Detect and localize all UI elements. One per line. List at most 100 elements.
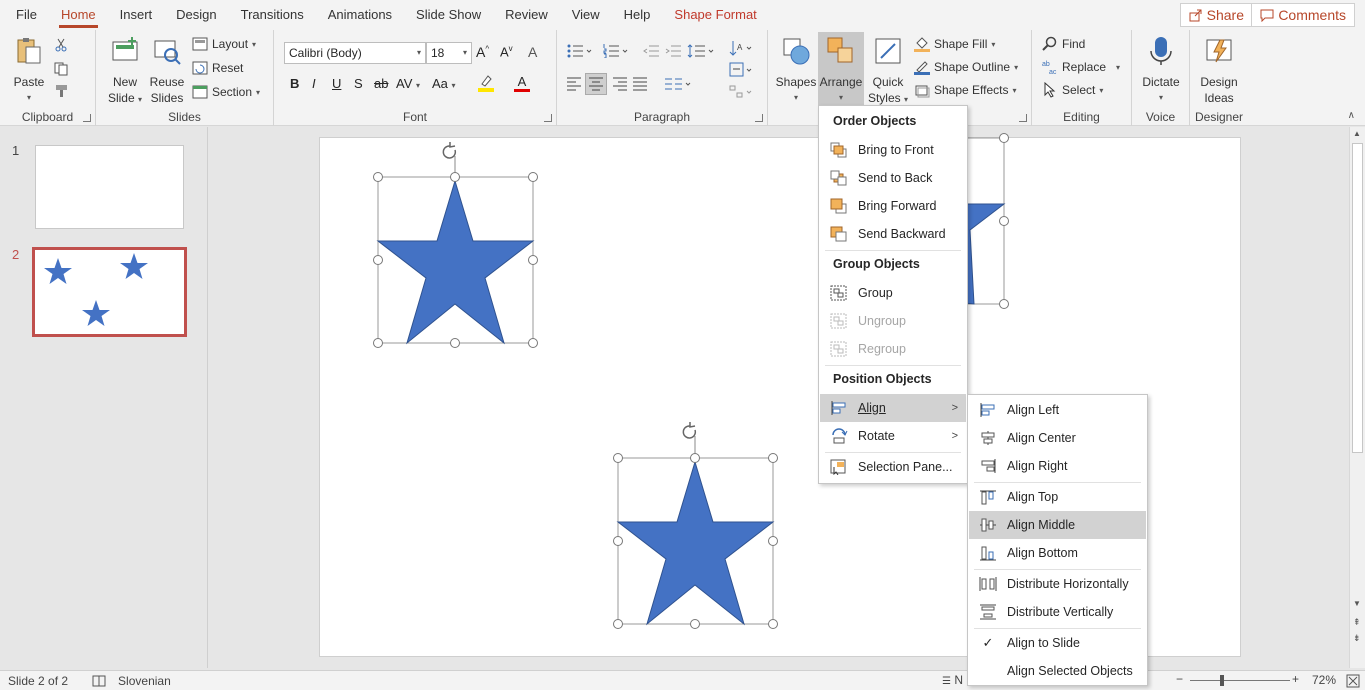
increase-indent-icon[interactable]: [665, 44, 681, 58]
select-button[interactable]: Select ▾: [1042, 80, 1103, 100]
zoom-out-icon[interactable]: −: [1176, 672, 1183, 686]
send-backward-item[interactable]: Send Backward: [820, 220, 966, 248]
rotate-item[interactable]: Rotate >: [820, 422, 966, 450]
numbering-icon[interactable]: [603, 44, 629, 58]
zoom-level[interactable]: 72%: [1312, 673, 1336, 687]
align-item[interactable]: Align >: [820, 394, 966, 422]
shape-fill-button[interactable]: Shape Fill ▾: [914, 34, 995, 54]
shrink-font-icon[interactable]: Av: [500, 44, 513, 59]
shape-effects-button[interactable]: Shape Effects ▾: [914, 80, 1017, 100]
tab-help[interactable]: Help: [612, 0, 663, 30]
tab-file[interactable]: File: [0, 0, 49, 30]
distribute-horizontally-item[interactable]: Distribute Horizontally: [969, 570, 1146, 598]
font-color-icon[interactable]: A: [514, 74, 530, 92]
fit-to-window-icon[interactable]: [1346, 674, 1360, 688]
justify-icon[interactable]: [633, 77, 647, 91]
center-align-button[interactable]: [585, 73, 607, 95]
group-item[interactable]: Group: [820, 279, 966, 307]
scroll-up-icon[interactable]: ▲: [1353, 129, 1361, 138]
align-selected-objects-item[interactable]: Align Selected Objects: [969, 657, 1146, 685]
star-shape-1[interactable]: [370, 138, 540, 353]
find-button[interactable]: Find: [1042, 34, 1085, 54]
tab-home[interactable]: Home: [49, 0, 108, 30]
tab-animations[interactable]: Animations: [316, 0, 404, 30]
decrease-indent-icon[interactable]: [643, 44, 659, 58]
cut-icon[interactable]: [54, 38, 68, 52]
reuse-slides-button[interactable]: Reuse Slides: [146, 36, 188, 106]
paste-button[interactable]: Paste ▾: [8, 36, 50, 106]
clipboard-launcher-icon[interactable]: [83, 114, 91, 122]
regroup-item[interactable]: Regroup: [820, 335, 966, 363]
tab-review[interactable]: Review: [493, 0, 560, 30]
smartart-icon[interactable]: [729, 84, 755, 100]
language-label[interactable]: Slovenian: [118, 674, 171, 688]
grow-font-icon[interactable]: A^: [476, 44, 489, 60]
notes-button[interactable]: ☰ N: [942, 673, 963, 687]
font-name-select[interactable]: Calibri (Body) ▾: [284, 42, 426, 64]
zoom-slider-thumb[interactable]: [1220, 675, 1224, 686]
align-center-item[interactable]: Align Center: [969, 424, 1146, 452]
columns-icon[interactable]: [665, 77, 693, 91]
text-direction-icon[interactable]: A: [729, 40, 755, 56]
font-size-select[interactable]: 18 ▾: [426, 42, 472, 64]
bullets-icon[interactable]: [567, 44, 593, 58]
align-right-item[interactable]: Align Right: [969, 452, 1146, 480]
layout-button[interactable]: Layout ▾: [192, 34, 256, 54]
scrollbar-thumb[interactable]: [1352, 143, 1363, 453]
quick-styles-button[interactable]: Quick Styles ▾: [866, 36, 910, 108]
scroll-down-icon[interactable]: ▼: [1353, 599, 1361, 608]
line-spacing-icon[interactable]: [687, 44, 717, 58]
align-left-item[interactable]: Align Left: [969, 396, 1146, 424]
shadow-icon[interactable]: S: [354, 76, 363, 91]
change-case-icon[interactable]: Aa ▾: [432, 76, 456, 91]
character-spacing-icon[interactable]: AV ▾: [396, 76, 420, 91]
replace-button[interactable]: ab ac Replace ▾: [1042, 57, 1120, 77]
highlight-icon[interactable]: [478, 74, 494, 92]
tab-shape-format[interactable]: Shape Format: [662, 0, 768, 30]
strikethrough-icon[interactable]: ab: [374, 76, 388, 91]
comments-button[interactable]: Comments: [1251, 3, 1355, 27]
shape-outline-button[interactable]: Shape Outline ▾: [914, 57, 1018, 77]
section-button[interactable]: Section ▾: [192, 82, 260, 102]
tab-transitions[interactable]: Transitions: [229, 0, 316, 30]
previous-slide-icon[interactable]: ⇞: [1353, 617, 1361, 628]
format-painter-icon[interactable]: [54, 84, 70, 98]
underline-icon[interactable]: U: [332, 76, 341, 91]
bold-icon[interactable]: B: [290, 76, 299, 91]
slide-thumbnail-2[interactable]: [32, 247, 187, 337]
bring-forward-item[interactable]: Bring Forward: [820, 192, 966, 220]
selection-pane-item[interactable]: Selection Pane...: [820, 453, 966, 481]
paragraph-launcher-icon[interactable]: [755, 114, 763, 122]
align-middle-item[interactable]: Align Middle: [969, 511, 1146, 539]
italic-icon[interactable]: I: [312, 76, 316, 91]
spelling-check-icon[interactable]: [92, 675, 106, 687]
design-ideas-button[interactable]: Design Ideas: [1194, 36, 1244, 106]
dictate-button[interactable]: Dictate ▾: [1136, 36, 1186, 106]
send-to-back-item[interactable]: Send to Back: [820, 164, 966, 192]
copy-icon[interactable]: [54, 62, 70, 76]
align-text-icon[interactable]: [729, 62, 755, 78]
collapse-ribbon-icon[interactable]: ∧: [1348, 110, 1355, 121]
font-launcher-icon[interactable]: [544, 114, 552, 122]
new-slide-button[interactable]: New Slide ▾: [104, 36, 146, 108]
ungroup-item[interactable]: Ungroup: [820, 307, 966, 335]
zoom-slider[interactable]: [1190, 680, 1290, 681]
bring-to-front-item[interactable]: Bring to Front: [820, 136, 966, 164]
align-text-left-icon[interactable]: [567, 77, 581, 91]
tab-view[interactable]: View: [560, 0, 612, 30]
clear-formatting-icon[interactable]: A: [528, 44, 537, 60]
tab-design[interactable]: Design: [164, 0, 228, 30]
align-bottom-item[interactable]: Align Bottom: [969, 539, 1146, 567]
distribute-vertically-item[interactable]: Distribute Vertically: [969, 598, 1146, 626]
arrange-button[interactable]: Arrange ▾: [818, 32, 864, 106]
shapes-button[interactable]: Shapes ▾: [774, 36, 818, 106]
vertical-scrollbar[interactable]: ▲ ▼ ⇞ ⇟: [1349, 127, 1365, 668]
align-top-item[interactable]: Align Top: [969, 483, 1146, 511]
align-to-slide-item[interactable]: ✓ Align to Slide: [969, 629, 1146, 657]
next-slide-icon[interactable]: ⇟: [1353, 633, 1361, 644]
drawing-launcher-icon[interactable]: [1019, 114, 1027, 122]
share-button[interactable]: Share: [1179, 3, 1253, 27]
align-text-right-icon[interactable]: [613, 77, 627, 91]
star-shape-3[interactable]: [610, 418, 780, 643]
tab-slide-show[interactable]: Slide Show: [404, 0, 493, 30]
